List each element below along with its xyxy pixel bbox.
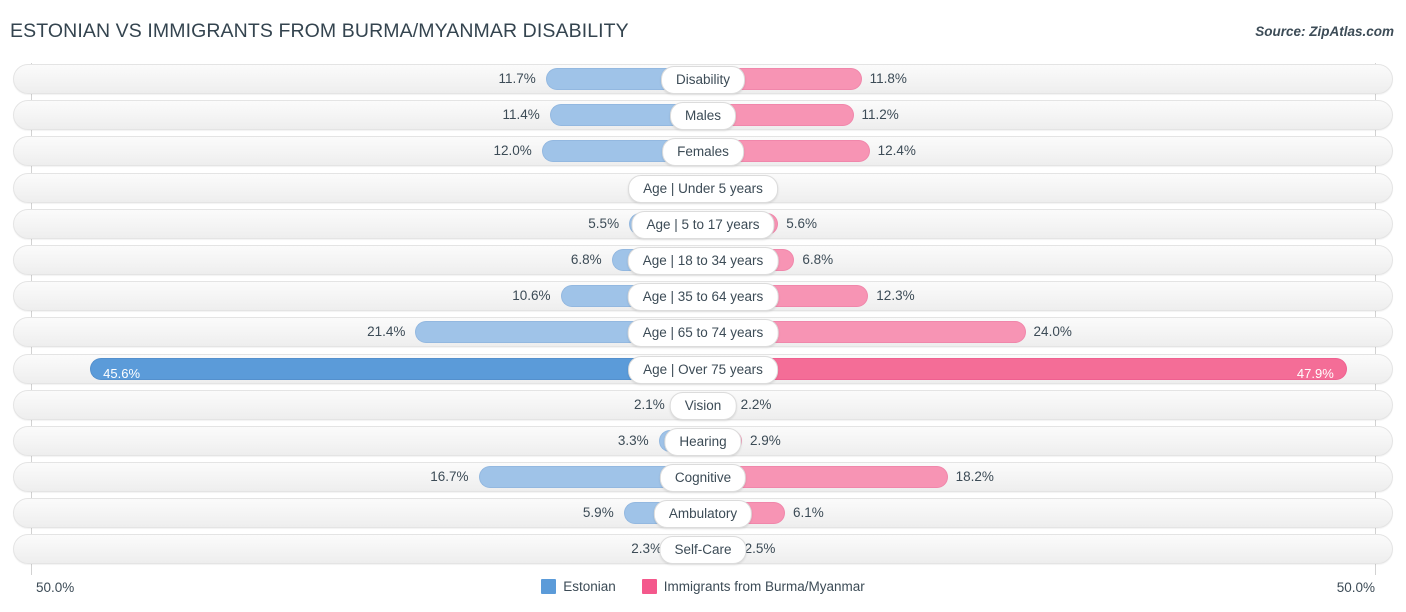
bar-right-immigrants: 47.9% xyxy=(703,357,1347,381)
bar-row: 6.8% 6.8% Age | 18 to 34 years xyxy=(0,244,1406,275)
bar-value-left: 21.4% xyxy=(367,324,406,340)
bar-value-left: 11.7% xyxy=(498,71,536,86)
category-label: Ambulatory xyxy=(653,500,753,529)
bar-row: 11.4% 11.2% Males xyxy=(0,100,1406,131)
bar-value-left: 3.3% xyxy=(617,432,649,448)
bar-value-right: 6.1% xyxy=(792,505,824,521)
chart-footer: 50.0% 50.0% Estonian Immigrants from Burm… xyxy=(0,576,1406,612)
bar-value-left: 1.5% xyxy=(0,179,673,197)
category-label: Cognitive xyxy=(659,464,747,493)
category-label: Age | 65 to 74 years xyxy=(627,319,779,348)
category-label: Age | 5 to 17 years xyxy=(631,210,775,239)
category-label: Males xyxy=(669,102,737,131)
bar-row: 12.0% 12.4% Females xyxy=(0,136,1406,167)
legend-label: Immigrants from Burma/Myanmar xyxy=(663,579,865,594)
chart-legend: Estonian Immigrants from Burma/Myanmar xyxy=(0,579,1406,594)
category-label: Hearing xyxy=(664,427,742,456)
bar-rows-container: 11.7% 11.8% Disability 11.4% 11.2% Males 12.0%… xyxy=(0,64,1406,571)
category-label: Self-Care xyxy=(659,536,747,565)
bar-value-right: 2.5% xyxy=(744,541,776,557)
bar-value-right: 12.4% xyxy=(877,143,916,159)
bar-value-right: 6.8% xyxy=(802,251,834,267)
bar-value-right: 11.8% xyxy=(869,71,907,86)
bar-row: 45.6% 47.9% Age | Over 75 years xyxy=(0,353,1406,384)
source-attribution: Source: ZipAtlas.com xyxy=(1255,24,1394,39)
bar-row: 16.7% 18.2% Cognitive xyxy=(0,462,1406,493)
bar-value-right: 12.3% xyxy=(876,288,915,304)
category-label: Age | 35 to 64 years xyxy=(627,283,779,312)
legend-swatch-icon xyxy=(541,579,557,594)
bar-value-right: 24.0% xyxy=(1033,324,1072,340)
category-label: Vision xyxy=(669,391,737,420)
bar-row: 10.6% 12.3% Age | 35 to 64 years xyxy=(0,281,1406,312)
legend-label: Estonian xyxy=(563,579,616,594)
category-label: Disability xyxy=(660,66,746,94)
bar-value-right: 2.9% xyxy=(749,432,781,448)
bar-value-left: 5.9% xyxy=(582,505,614,521)
category-label: Age | 18 to 34 years xyxy=(627,246,779,275)
bar-row: 21.4% 24.0% Age | 65 to 74 years xyxy=(0,317,1406,348)
bar-value-left: 10.6% xyxy=(512,288,551,304)
bar-value-left: 45.6% xyxy=(103,365,141,381)
bar-value-right: 47.9% xyxy=(1296,365,1334,381)
bar-row: 3.3% 2.9% Hearing xyxy=(0,425,1406,456)
bar-value-right: 11.2% xyxy=(861,107,899,123)
bar-value-left: 2.3% xyxy=(631,541,663,557)
bar-row: 2.3% 2.5% Self-Care xyxy=(0,534,1406,565)
category-label: Females xyxy=(662,138,744,167)
bar-value-left: 16.7% xyxy=(430,469,469,485)
bar-left-estonian: 45.6% xyxy=(90,357,703,381)
legend-item[interactable]: Estonian xyxy=(541,579,616,594)
bar-value-left: 5.5% xyxy=(588,215,620,231)
chart-plot-area: 11.7% 11.8% Disability 11.4% 11.2% Males 12.0%… xyxy=(0,58,1406,576)
bar-value-left: 6.8% xyxy=(570,251,602,267)
bar-row: 1.5%1.1%Age | Under 5 years xyxy=(0,172,1406,203)
page-title: ESTONIAN VS IMMIGRANTS FROM BURMA/MYANMA… xyxy=(10,20,629,42)
bar-value-right: 5.6% xyxy=(786,215,818,231)
chart-header: ESTONIAN VS IMMIGRANTS FROM BURMA/MYANMA… xyxy=(0,0,1406,58)
bar-row: 5.5% 5.6% Age | 5 to 17 years xyxy=(0,208,1406,239)
category-label: Age | Over 75 years xyxy=(628,355,778,384)
bar-value-left: 11.4% xyxy=(502,107,540,123)
bar-value-left: 2.1% xyxy=(633,396,665,412)
bar-value-left: 12.0% xyxy=(493,143,532,159)
bar-value-right: 18.2% xyxy=(955,469,994,485)
bar-value-right: 2.2% xyxy=(740,396,772,412)
legend-swatch-icon xyxy=(641,579,657,594)
legend-item[interactable]: Immigrants from Burma/Myanmar xyxy=(641,579,865,594)
bar-row: 5.9% 6.1% Ambulatory xyxy=(0,498,1406,529)
bar-row: 2.1% 2.2% Vision xyxy=(0,389,1406,420)
category-label: Age | Under 5 years xyxy=(628,174,778,203)
bar-row: 11.7% 11.8% Disability xyxy=(0,64,1406,94)
